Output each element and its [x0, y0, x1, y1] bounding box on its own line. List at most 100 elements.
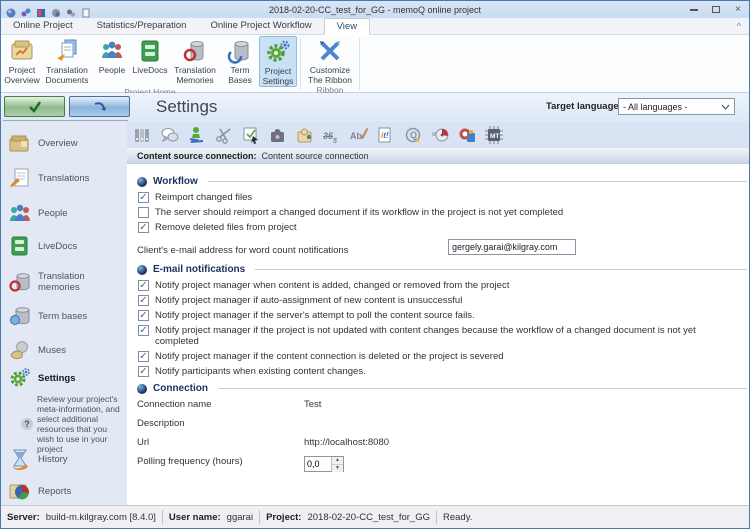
stamp-icon[interactable]	[188, 126, 206, 144]
checkbox[interactable]: ✓	[138, 310, 149, 321]
language-q-icon[interactable]	[458, 126, 476, 144]
connection-details: Connection name Test Description Url htt…	[137, 399, 747, 472]
checkbox-server-should-reimport[interactable]: The server should reimport a changed doc…	[138, 207, 747, 218]
close-button[interactable]: ×	[727, 1, 749, 18]
livedocs-button[interactable]: LiveDocs	[131, 36, 169, 87]
tab-online-project[interactable]: Online Project	[1, 17, 85, 34]
ribbon: Project Overview Translation Documents P…	[1, 35, 749, 93]
checkbox[interactable]: ✓	[138, 351, 149, 362]
translation-memories-icon	[182, 38, 208, 64]
url-value: http://localhost:8080	[304, 437, 747, 448]
sidebar-item-muses[interactable]: Muses	[1, 339, 127, 361]
memoq-online-project-window: 2018-02-20-CC_test_for_GG - memoQ online…	[0, 0, 750, 529]
book-icon[interactable]	[36, 5, 46, 15]
ribbon-button-label: Project Overview	[3, 65, 41, 85]
checkbox[interactable]: ✓	[138, 222, 149, 233]
email-notifications-section-header[interactable]: E-mail notifications	[137, 264, 747, 275]
sidebar-item-people[interactable]: People	[1, 202, 127, 224]
checkbox-cursor-icon[interactable]	[242, 126, 260, 144]
hourglass-icon	[8, 448, 32, 470]
sync-icon[interactable]	[21, 5, 31, 15]
connection-name-label: Connection name	[137, 399, 304, 410]
tab-statistics-preparation[interactable]: Statistics/Preparation	[85, 17, 199, 34]
checkbox[interactable]: ✓	[138, 192, 149, 203]
minimize-button[interactable]	[683, 1, 705, 18]
navigate-back-button[interactable]	[69, 96, 130, 117]
target-language-value: - All languages -	[623, 102, 688, 112]
checkbox-notify-auto-assignment[interactable]: ✓ Notify project manager if auto-assignm…	[138, 295, 747, 306]
server-value: build-m.kilgray.com [8.4.0]	[46, 512, 156, 523]
binders-icon[interactable]	[134, 126, 152, 144]
sidebar-item-livedocs[interactable]: LiveDocs	[1, 235, 127, 257]
translation-memories-button[interactable]: Translation Memories	[169, 36, 221, 87]
spin-down-icon[interactable]: ▼	[332, 465, 343, 472]
window-title: 2018-02-20-CC_test_for_GG - memoQ online…	[1, 5, 749, 15]
gears-icon[interactable]	[66, 5, 76, 15]
sidebar-item-translation-memories[interactable]: Translation memories	[1, 271, 127, 293]
checkbox-reimport-changed-files[interactable]: ✓ Reimport changed files	[138, 192, 747, 203]
polling-frequency-stepper[interactable]: ▲ ▼	[304, 456, 344, 472]
check-icon	[28, 101, 42, 113]
abc-pen-icon[interactable]: Ab	[350, 126, 368, 144]
sidebar-item-term-bases[interactable]: Term bases	[1, 305, 127, 327]
user-name-label: User name:	[169, 512, 221, 523]
project-overview-button[interactable]: Project Overview	[3, 36, 41, 87]
cabinet-icon	[8, 235, 32, 257]
document-pen-icon[interactable]: it!	[377, 126, 395, 144]
collapse-ribbon-icon[interactable]: ^	[737, 21, 741, 31]
sidebar-item-reports[interactable]: Reports	[1, 480, 127, 502]
puzzle-dark-icon[interactable]	[269, 126, 287, 144]
tab-view[interactable]: View	[324, 18, 370, 35]
sidebar-item-overview[interactable]: Overview	[1, 132, 127, 154]
document-icon[interactable]	[81, 5, 91, 15]
checkbox[interactable]: ✓	[138, 280, 149, 291]
ribbon-button-label: LiveDocs	[133, 65, 168, 75]
scissors-icon[interactable]	[215, 126, 233, 144]
ribbon-button-label: People	[99, 65, 125, 75]
sidebar-item-translations[interactable]: Translations	[1, 167, 127, 189]
muses-icon	[8, 339, 32, 361]
connection-section-header[interactable]: Connection	[137, 383, 747, 394]
checkbox-notify-participants[interactable]: ✓ Notify participants when existing cont…	[138, 366, 747, 377]
q-badge-icon[interactable]: Q	[404, 126, 422, 144]
term-bases-button[interactable]: Term Bases	[221, 36, 259, 87]
workflow-section-header[interactable]: Workflow	[137, 176, 747, 187]
polling-frequency-input[interactable]	[305, 457, 331, 471]
checkbox[interactable]: ✓	[138, 366, 149, 377]
gauge-icon[interactable]	[431, 126, 449, 144]
status-separator	[162, 510, 163, 524]
people-button[interactable]: People	[93, 36, 131, 87]
spin-up-icon[interactable]: ▲	[332, 457, 343, 465]
chat-bubbles-icon[interactable]	[161, 126, 179, 144]
checkbox[interactable]: ✓	[138, 295, 149, 306]
maximize-button[interactable]	[705, 1, 727, 18]
puzzle-light-icon[interactable]	[296, 126, 314, 144]
checkbox-notify-content-added[interactable]: ✓ Notify project manager when content is…	[138, 280, 747, 291]
sidebar-item-history[interactable]: History	[1, 448, 127, 470]
tab-online-project-workflow[interactable]: Online Project Workflow	[198, 17, 323, 34]
checkbox-remove-deleted-files[interactable]: ✓ Remove deleted files from project	[138, 222, 747, 233]
customize-ribbon-button[interactable]: Customize The Ribbon	[304, 36, 356, 85]
box-icon	[8, 132, 32, 154]
checkbox[interactable]	[138, 207, 149, 218]
translation-documents-button[interactable]: Translation Documents	[41, 36, 93, 87]
confirm-button[interactable]	[4, 96, 65, 117]
sidebar-item-settings[interactable]: Settings	[1, 367, 127, 389]
target-language-select[interactable]: - All languages -	[618, 98, 735, 115]
title-bar: 2018-02-20-CC_test_for_GG - memoQ online…	[1, 1, 749, 18]
checkbox[interactable]: ✓	[138, 325, 149, 336]
mt-chip-icon[interactable]: MT	[485, 126, 503, 144]
help-icon[interactable]: ?	[21, 418, 33, 430]
project-settings-button[interactable]: Project Settings	[259, 36, 297, 87]
server-icon[interactable]	[51, 5, 61, 15]
checkbox-notify-connection-deleted[interactable]: ✓ Notify project manager if the content …	[138, 351, 747, 362]
numbers-icon[interactable]: 355	[323, 126, 341, 144]
client-email-input[interactable]	[448, 239, 576, 255]
description-value	[304, 418, 747, 429]
memoq-logo-icon[interactable]	[6, 5, 16, 15]
checkbox-notify-poll-fails[interactable]: ✓ Notify project manager if the server's…	[138, 310, 747, 321]
sidebar-item-label: Translations	[38, 173, 89, 184]
sidebar-item-label: Term bases	[38, 311, 87, 322]
sidebar-item-label: Settings	[38, 373, 75, 384]
checkbox-notify-not-updated[interactable]: ✓ Notify project manager if the project …	[138, 325, 747, 347]
